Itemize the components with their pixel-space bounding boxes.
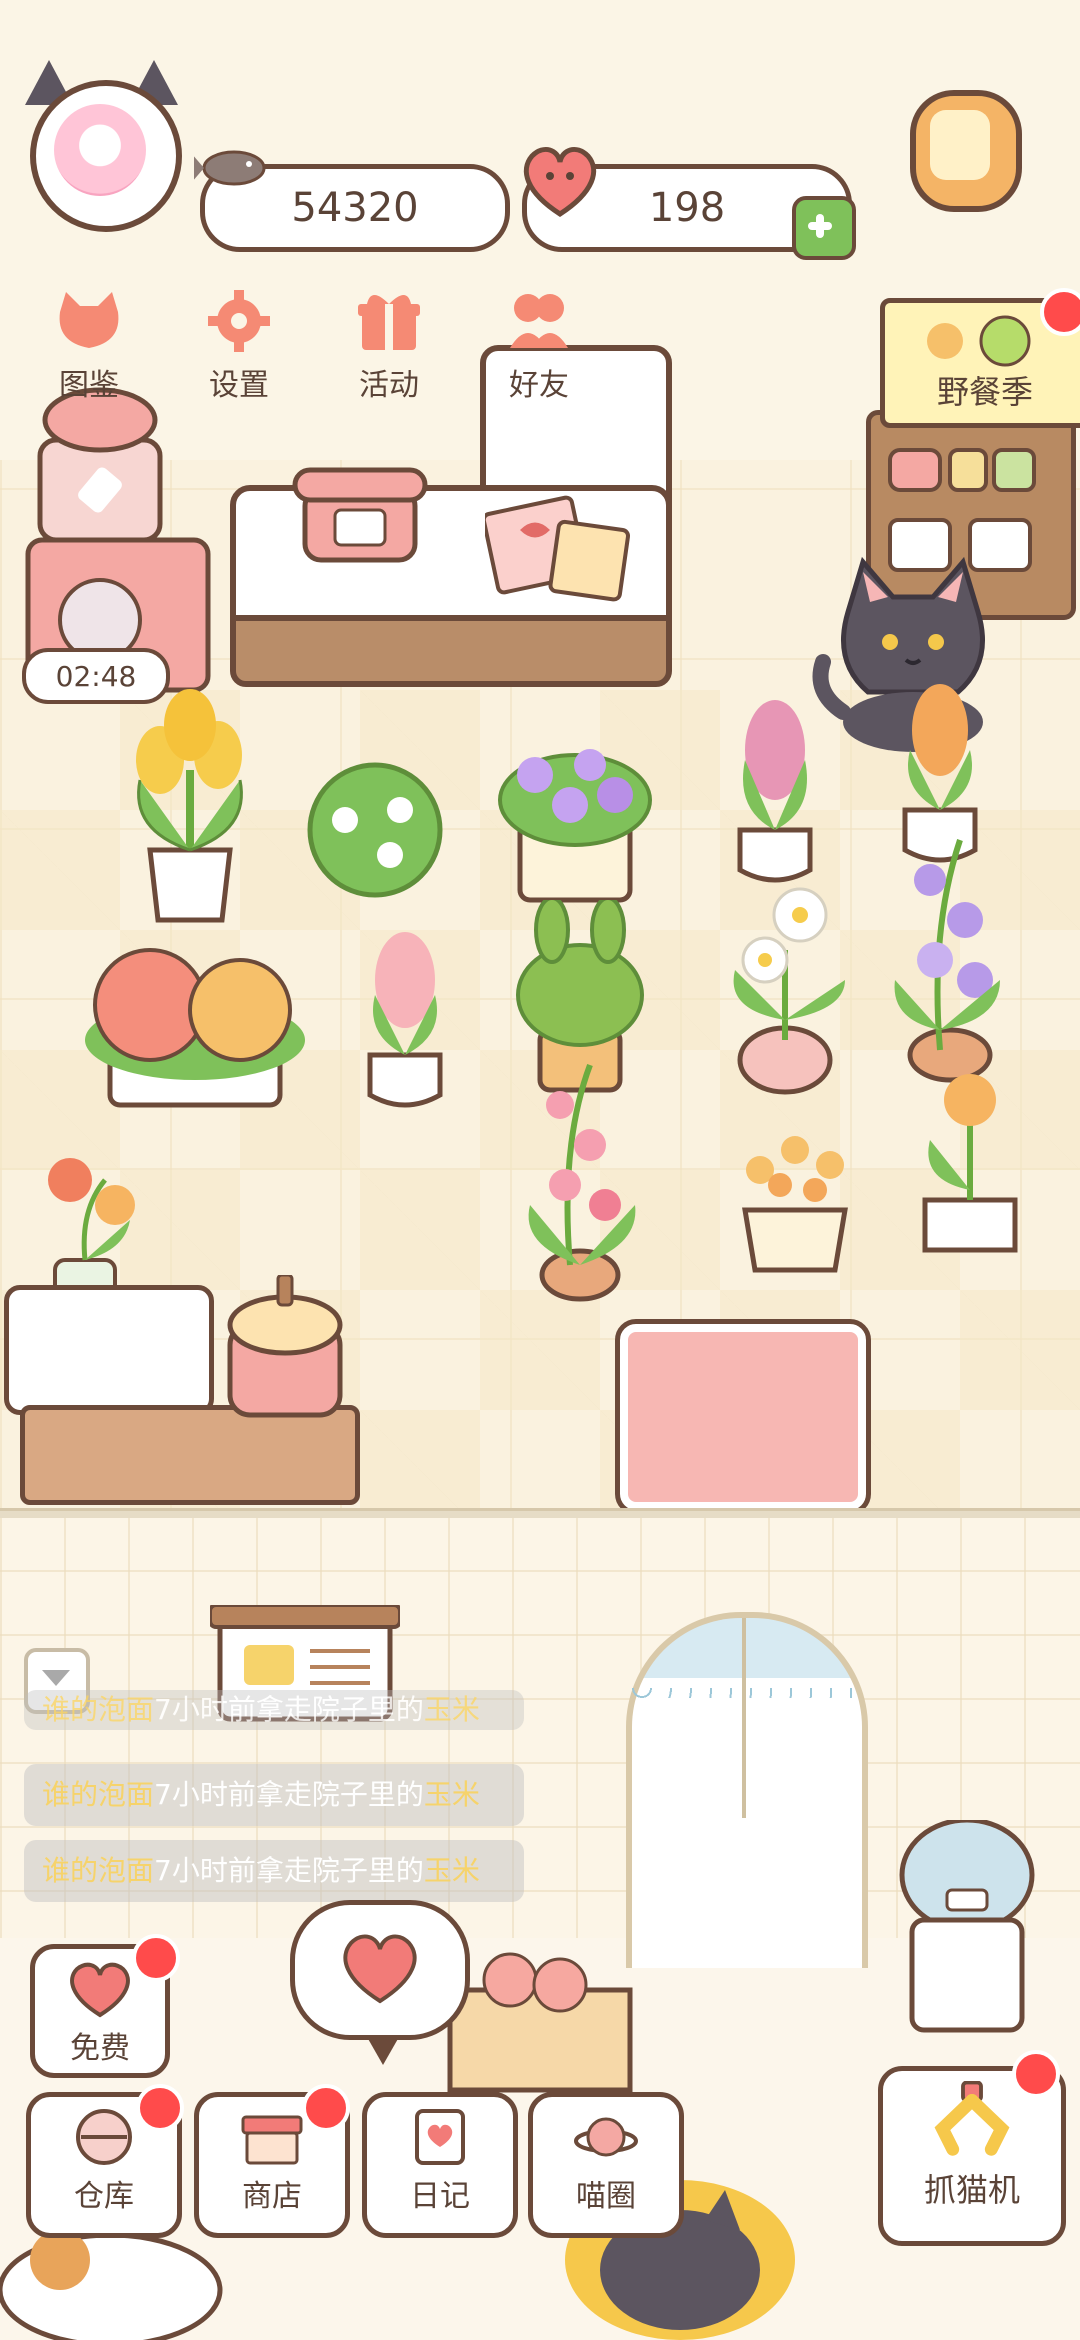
- pink-hyacinth-small[interactable]: [350, 925, 460, 1115]
- avatar-image: [30, 80, 182, 232]
- yellow-tulip-pot[interactable]: [110, 680, 270, 940]
- planet-cat-icon: [574, 2117, 638, 2157]
- peach-box[interactable]: [440, 1930, 640, 2100]
- hydrangea-pot[interactable]: [80, 940, 310, 1120]
- menu-friends[interactable]: 好友: [484, 290, 594, 403]
- warehouse-label: 仓库: [74, 2179, 134, 2214]
- chat-line: 谁的泡面7小时前拿走院子里的玉米: [24, 1840, 524, 1902]
- chat-line: 谁的泡面7小时前拿走院子里的玉米: [24, 1690, 524, 1730]
- chat-line: 谁的泡面7小时前拿走院子里的玉米: [24, 1764, 524, 1826]
- orange-tulip-small[interactable]: [910, 1070, 1030, 1260]
- heart-currency-icon: [523, 146, 597, 217]
- pink-hyacinth-pot[interactable]: [720, 690, 830, 890]
- counter-base: [230, 615, 672, 687]
- shop-label: 商店: [242, 2179, 302, 2214]
- warehouse-badge: [136, 2084, 184, 2132]
- diary-icon: [415, 2109, 465, 2165]
- cat-face-icon: [59, 292, 119, 348]
- shop-icon: [241, 2115, 303, 2165]
- free-label: 免费: [70, 2031, 130, 2066]
- white-flower-bush[interactable]: [300, 760, 450, 900]
- grab-cat-badge: [1012, 2050, 1060, 2098]
- shop-counter[interactable]: [230, 345, 672, 687]
- diary-label: 日记: [410, 2179, 470, 2214]
- telephone-icon[interactable]: [290, 465, 430, 565]
- diary-button[interactable]: 日记: [362, 2092, 518, 2238]
- friends-icon: [510, 294, 568, 348]
- menu-settings[interactable]: 设置: [184, 290, 294, 403]
- free-badge: [132, 1934, 180, 1982]
- water-dispenser[interactable]: [892, 1820, 1042, 2040]
- heart-icon: [70, 1962, 130, 2018]
- letter-card-icon[interactable]: [485, 495, 635, 605]
- heart-speech-bubble[interactable]: [290, 1900, 470, 2065]
- menu-label: 设置: [209, 368, 269, 403]
- menu-collection[interactable]: 图鉴: [34, 290, 144, 403]
- gift-icon: [358, 295, 420, 350]
- add-hearts-button[interactable]: [792, 196, 856, 260]
- purple-violet-pot[interactable]: [490, 730, 660, 910]
- menu-label: 活动: [359, 368, 419, 403]
- fish-coin-icon: [194, 150, 266, 186]
- white-daisy-pot[interactable]: [710, 880, 860, 1100]
- pink-orchid-pot[interactable]: [510, 1045, 650, 1305]
- poster-frame: [910, 90, 1022, 212]
- player-avatar[interactable]: [20, 60, 182, 232]
- sunflower-poster[interactable]: [900, 60, 1022, 240]
- menu-label: 好友: [509, 368, 569, 403]
- grab-cat-label: 抓猫机: [923, 2171, 1020, 2209]
- arched-door[interactable]: [626, 1612, 868, 1968]
- shop-badge: [302, 2084, 350, 2132]
- warehouse-icon: [76, 2109, 132, 2165]
- menu-events[interactable]: 活动: [334, 290, 444, 403]
- claw-icon: [934, 2080, 1010, 2156]
- purple-bellflower-pot[interactable]: [880, 830, 1020, 1090]
- circle-button[interactable]: 喵圈: [528, 2092, 684, 2238]
- event-label: 野餐季: [936, 373, 1033, 411]
- orange-flower-basket[interactable]: [725, 1120, 865, 1280]
- gear-icon: [208, 290, 270, 352]
- kettle-counter[interactable]: [0, 1275, 360, 1505]
- circle-label: 喵圈: [576, 2179, 636, 2214]
- menu-label: 图鉴: [59, 368, 119, 403]
- counter-top-left: [4, 1285, 214, 1415]
- kettle-icon[interactable]: [210, 1275, 360, 1425]
- pink-rug[interactable]: [615, 1319, 871, 1515]
- event-badge: [1040, 288, 1080, 336]
- heart-icon: [343, 1934, 417, 2004]
